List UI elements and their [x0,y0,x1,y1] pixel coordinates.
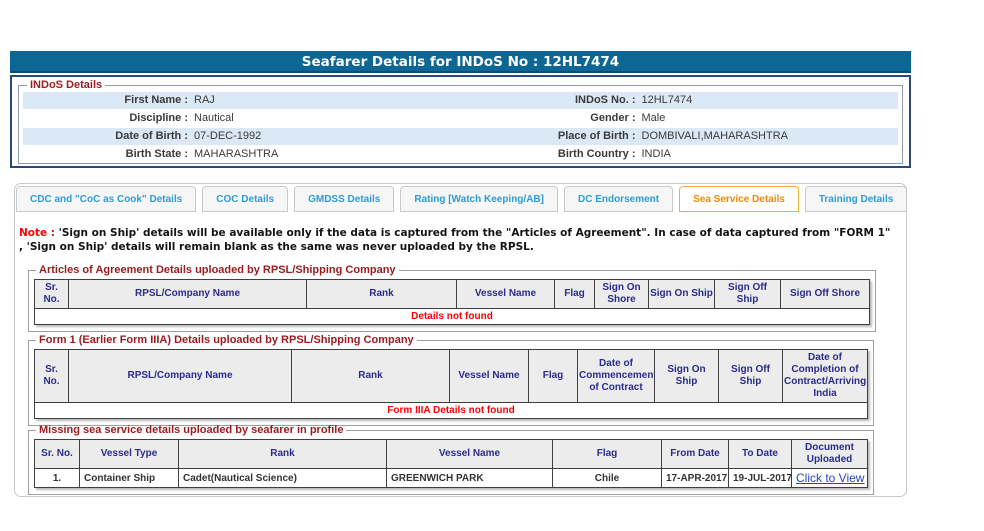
col-date-of-completion: Date of Completion of Contract/Arriving … [782,349,868,403]
col-sign-on-ship: Sign On Ship [648,279,715,309]
first-name-label: First Name : [124,94,188,106]
tab-coc-details[interactable]: COC Details [202,186,289,212]
sea-service-details-panel: Note : 'Sign on Ship' details will be av… [14,183,907,497]
indos-details-legend: INDoS Details [30,79,103,91]
col-sign-on-ship: Sign On Ship [654,349,719,403]
form1-empty-message: Form IIIA Details not found [34,402,868,419]
place-of-birth-label: Place of Birth : [557,130,636,142]
articles-of-agreement-fieldset: Articles of Agreement Details uploaded b… [28,264,876,332]
col-sign-off-ship: Sign Off Ship [714,279,781,309]
form1-fieldset: Form 1 (Earlier Form IIIA) Details uploa… [28,334,874,426]
col-sr-no: Sr. No. [34,349,69,403]
col-rank: Rank [178,439,387,469]
indos-row-2: Discipline : Nautical Gender : Male [23,110,898,127]
col-flag: Flag [552,439,662,469]
col-vessel-name: Vessel Name [449,349,529,403]
indos-row-4: Birth State : MAHARASHTRA Birth Country … [23,146,898,163]
col-document-uploaded: Document Uploaded [791,439,868,469]
cell-rank: Cadet(Nautical Science) [178,468,387,488]
articles-header-row: Sr. No. RPSL/Company Name Rank Vessel Na… [34,279,870,309]
note-prefix: Note : [19,227,55,239]
indos-no-value: 12HL7474 [641,94,693,106]
indos-details-fieldset: INDoS Details First Name : RAJ INDoS No.… [18,79,903,164]
cell-vessel-name: GREENWICH PARK [386,468,553,488]
col-flag: Flag [528,349,578,403]
discipline-label: Discipline : [129,112,188,124]
indos-row-3: Date of Birth : 07-DEC-1992 Place of Bir… [23,128,898,145]
missing-sea-service-legend: Missing sea service details uploaded by … [39,424,344,436]
articles-empty-row: Details not found [34,308,870,325]
indos-details-box: INDoS Details First Name : RAJ INDoS No.… [10,75,911,168]
tab-cdc-coc-as-cook-details[interactable]: CDC and "CoC as Cook" Details [16,186,197,212]
col-vessel-name: Vessel Name [386,439,553,469]
form1-table: Sr. No. RPSL/Company Name Rank Vessel Na… [34,349,868,419]
missing-sea-service-fieldset: Missing sea service details uploaded by … [28,424,874,495]
col-vessel-type: Vessel Type [79,439,179,469]
col-date-of-commencement: Date of Commencement of Contract [577,349,655,403]
gender-value: Male [641,112,666,124]
birth-state-value: MAHARASHTRA [194,148,279,160]
birth-country-value: INDIA [641,148,671,160]
birth-state-label: Birth State : [125,148,188,160]
col-sr-no: Sr. No. [34,439,80,469]
form1-header-row: Sr. No. RPSL/Company Name Rank Vessel Na… [34,349,868,403]
col-sr-no: Sr. No. [34,279,69,309]
tab-sea-service-details[interactable]: Sea Service Details [679,186,799,212]
date-of-birth-label: Date of Birth : [115,130,188,142]
col-from-date: From Date [661,439,729,469]
table-row: 1. Container Ship Cadet(Nautical Science… [34,468,868,488]
form1-empty-row: Form IIIA Details not found [34,402,868,419]
cell-flag: Chile [552,468,662,488]
col-sign-off-shore: Sign Off Shore [780,279,870,309]
tab-rating-watch-keeping-ab[interactable]: Rating [Watch Keeping/AB] [400,186,558,212]
first-name-value: RAJ [194,94,215,106]
indos-no-label: INDoS No. : [575,94,636,106]
form1-legend: Form 1 (Earlier Form IIIA) Details uploa… [39,334,414,346]
note-body: 'Sign on Ship' details will be available… [19,227,891,254]
gender-label: Gender : [590,112,636,124]
click-to-view-link[interactable]: Click to View [796,471,864,485]
tab-gmdss-details[interactable]: GMDSS Details [294,186,395,212]
indos-row-1: First Name : RAJ INDoS No. : 12HL7474 [23,92,898,109]
col-rpsl-company-name: RPSL/Company Name [68,349,292,403]
cell-to-date: 19-JUL-2017 [728,468,792,488]
col-sign-on-shore: Sign On Shore [594,279,649,309]
articles-of-agreement-legend: Articles of Agreement Details uploaded b… [39,264,396,276]
cell-vessel-type: Container Ship [79,468,179,488]
tab-training-details[interactable]: Training Details [804,186,908,212]
missing-header-row: Sr. No. Vessel Type Rank Vessel Name Fla… [34,439,868,469]
cell-from-date: 17-APR-2017 [661,468,729,488]
col-rpsl-company-name: RPSL/Company Name [68,279,307,309]
tab-strip: CDC and "CoC as Cook" Details COC Detail… [14,186,908,212]
note-text: Note : 'Sign on Ship' details will be av… [19,226,893,254]
col-to-date: To Date [728,439,792,469]
col-flag: Flag [554,279,595,309]
place-of-birth-value: DOMBIVALI,MAHARASHTRA [641,130,789,142]
articles-of-agreement-table: Sr. No. RPSL/Company Name Rank Vessel Na… [34,279,870,325]
col-vessel-name: Vessel Name [456,279,555,309]
page-title: Seafarer Details for INDoS No : 12HL7474 [10,51,911,73]
tab-dc-endorsement[interactable]: DC Endorsement [563,186,674,212]
col-rank: Rank [291,349,450,403]
birth-country-label: Birth Country : [557,148,636,160]
col-rank: Rank [306,279,457,309]
cell-document-uploaded: Click to View [791,468,868,488]
date-of-birth-value: 07-DEC-1992 [194,130,262,142]
col-sign-off-ship: Sign Off Ship [718,349,783,403]
discipline-value: Nautical [194,112,234,124]
cell-sr-no: 1. [34,468,80,488]
missing-sea-service-table: Sr. No. Vessel Type Rank Vessel Name Fla… [34,439,868,488]
articles-empty-message: Details not found [34,308,870,325]
